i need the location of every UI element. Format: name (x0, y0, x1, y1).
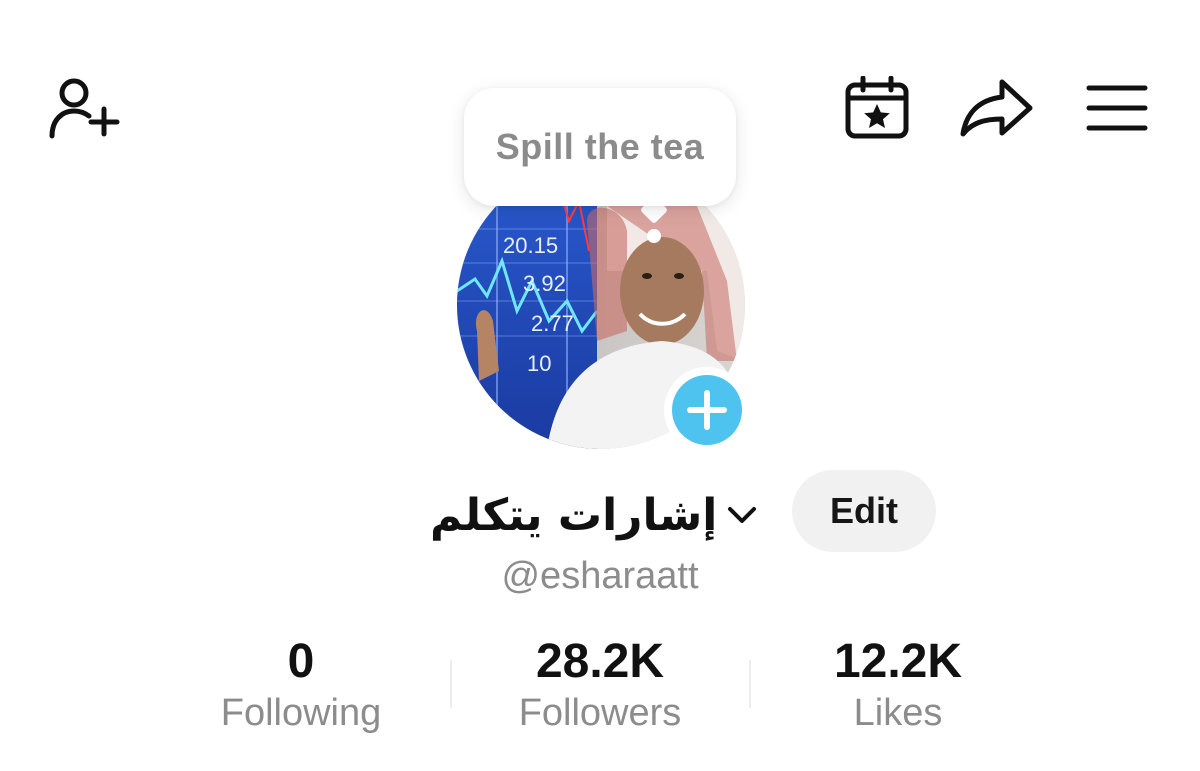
stat-followers[interactable]: 28.2K Followers (480, 632, 720, 736)
share-button[interactable] (958, 76, 1034, 140)
stat-following[interactable]: 0 Following (181, 632, 421, 736)
edit-profile-button[interactable]: Edit (792, 470, 936, 552)
ticker-value-4: 10 (527, 351, 551, 376)
add-friend-icon (49, 78, 120, 139)
tooltip-dot (647, 229, 661, 243)
menu-icon (1086, 85, 1148, 131)
ticker-value-3: 2.77 (531, 311, 574, 336)
following-label: Following (220, 692, 382, 734)
add-friend-button[interactable] (48, 76, 120, 140)
account-switcher[interactable]: إشارات يتكلم (430, 480, 761, 550)
spill-the-tea-tooltip[interactable]: Spill the tea (464, 88, 736, 206)
calendar-button[interactable] (842, 76, 912, 140)
display-name: إشارات يتكلم (430, 489, 718, 541)
stat-divider (749, 660, 751, 708)
username-handle: @esharaatt (501, 555, 699, 597)
calendar-star-icon (845, 76, 909, 139)
share-icon (960, 79, 1033, 137)
followers-count: 28.2K (535, 635, 665, 688)
likes-count: 12.2K (833, 635, 963, 688)
likes-label: Likes (853, 692, 943, 734)
plus-icon (687, 390, 727, 430)
followers-label: Followers (518, 692, 682, 734)
tooltip-text: Spill the tea (495, 126, 705, 167)
add-photo-button[interactable] (664, 367, 750, 453)
stat-likes[interactable]: 12.2K Likes (778, 632, 1018, 736)
menu-button[interactable] (1084, 80, 1150, 136)
chevron-down-icon (728, 507, 757, 523)
ticker-value-1: 20.15 (503, 233, 558, 258)
following-count: 0 (287, 635, 315, 688)
stat-divider (450, 660, 452, 708)
ticker-value-2: 3.92 (523, 271, 566, 296)
